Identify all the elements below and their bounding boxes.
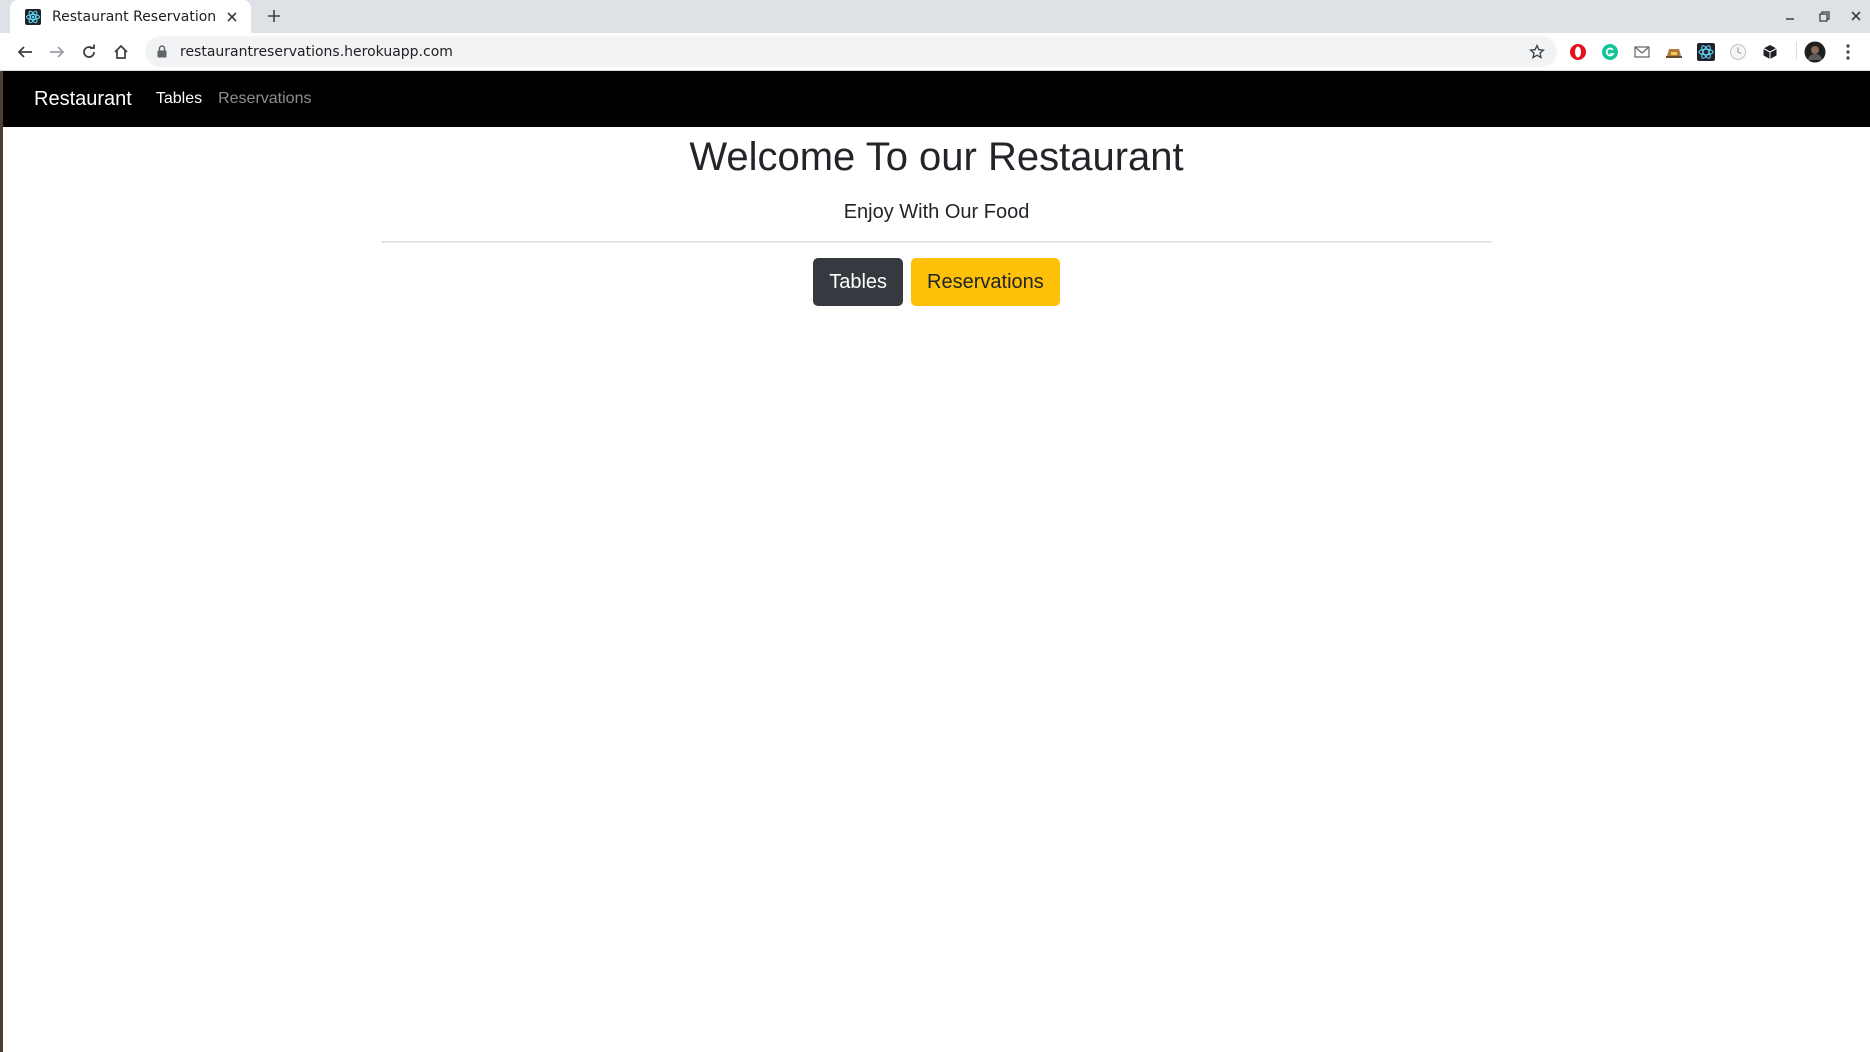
grammarly-icon[interactable]: [1600, 42, 1620, 62]
url-text: restaurantreservations.herokuapp.com: [180, 43, 453, 60]
react-devtools-icon[interactable]: [1696, 42, 1716, 62]
divider: [381, 241, 1492, 243]
home-icon[interactable]: [109, 40, 133, 64]
browser-tab-strip: Restaurant Reservation: [0, 0, 1870, 33]
tab-close-icon[interactable]: [223, 8, 241, 26]
hat-icon[interactable]: [1664, 42, 1684, 62]
address-bar[interactable]: restaurantreservations.herokuapp.com: [145, 36, 1557, 67]
cube-icon[interactable]: [1760, 42, 1780, 62]
back-icon[interactable]: [13, 40, 37, 64]
tables-button[interactable]: Tables: [813, 258, 904, 306]
browser-menu-icon[interactable]: [1838, 42, 1858, 62]
close-window-icon[interactable]: [1846, 6, 1866, 26]
clock-icon[interactable]: [1728, 42, 1748, 62]
app-navbar: Restaurant Tables Reservations: [3, 71, 1870, 127]
lock-icon: [157, 44, 171, 60]
toolbar-divider: [1796, 42, 1797, 60]
page-title: Welcome To our Restaurant: [689, 135, 1184, 179]
opera-icon[interactable]: [1568, 42, 1588, 62]
page-subtitle: Enjoy With Our Food: [843, 201, 1030, 223]
restore-icon[interactable]: [1814, 6, 1834, 26]
bookmark-star-icon[interactable]: [1525, 40, 1549, 64]
browser-tab[interactable]: Restaurant Reservation: [10, 0, 251, 33]
navbar-brand[interactable]: Restaurant: [34, 88, 132, 111]
nav-link-tables[interactable]: Tables: [156, 90, 202, 108]
react-favicon-icon: [24, 8, 42, 26]
browser-toolbar: restaurantreservations.herokuapp.com: [0, 33, 1870, 71]
tab-title: Restaurant Reservation: [52, 8, 217, 25]
new-tab-icon[interactable]: [263, 5, 285, 27]
forward-icon[interactable]: [45, 40, 69, 64]
hero-section: Welcome To our Restaurant Enjoy With Our…: [3, 127, 1870, 306]
minimize-icon[interactable]: [1780, 6, 1800, 26]
reservations-button[interactable]: Reservations: [911, 258, 1060, 306]
action-buttons: Tables Reservations: [3, 258, 1870, 306]
avatar[interactable]: [1804, 41, 1826, 63]
reload-icon[interactable]: [77, 40, 101, 64]
nav-link-reservations[interactable]: Reservations: [218, 90, 311, 108]
mail-icon[interactable]: [1632, 42, 1652, 62]
